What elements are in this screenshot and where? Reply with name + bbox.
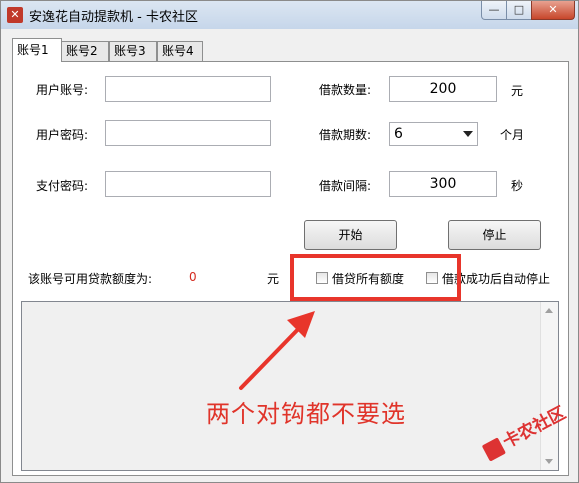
app-window: ✕ 安逸花自动提款机 - 卡农社区 — □ ✕ 账号1 账号2 账号3 账号4 … (0, 0, 579, 483)
loan-interval-label: 借款间隔: (319, 179, 372, 193)
credit-limit-value: 0 (189, 270, 197, 284)
annotation-highlight-box (290, 254, 461, 301)
window-title: 安逸花自动提款机 - 卡农社区 (29, 10, 198, 25)
user-password-input[interactable] (105, 120, 271, 146)
user-account-input[interactable] (105, 76, 271, 102)
loan-term-select[interactable]: 6 (389, 122, 478, 146)
user-password-label: 用户密码: (36, 128, 89, 142)
credit-limit-label: 该账号可用贷款额度为: (28, 272, 153, 286)
title-bar: ✕ 安逸花自动提款机 - 卡农社区 — □ ✕ (1, 1, 578, 29)
scroll-up-icon[interactable] (545, 308, 553, 313)
pay-password-label: 支付密码: (36, 179, 89, 193)
maximize-button[interactable]: □ (506, 1, 532, 20)
loan-term-selected: 6 (394, 126, 403, 142)
loan-interval-unit: 秒 (511, 179, 524, 193)
start-button[interactable]: 开始 (304, 220, 397, 250)
loan-term-label: 借款期数: (319, 128, 372, 142)
loan-amount-label: 借款数量: (319, 83, 372, 97)
tab-account-4[interactable]: 账号4 (157, 41, 203, 61)
annotation-arrow-icon (239, 311, 315, 390)
tab-account-1[interactable]: 账号1 (12, 38, 62, 62)
tab-account-3[interactable]: 账号3 (109, 41, 157, 61)
loan-amount-unit: 元 (511, 84, 524, 98)
user-account-label: 用户账号: (36, 83, 89, 97)
pay-password-input[interactable] (105, 171, 271, 197)
close-button[interactable]: ✕ (531, 1, 575, 20)
tab-account-2[interactable]: 账号2 (61, 41, 109, 61)
app-icon: ✕ (7, 7, 23, 23)
credit-limit-unit: 元 (267, 272, 280, 286)
loan-term-unit: 个月 (500, 128, 525, 142)
loan-amount-input[interactable]: 200 (389, 76, 497, 102)
chevron-down-icon[interactable] (463, 131, 473, 137)
minimize-button[interactable]: — (481, 1, 507, 20)
loan-interval-input[interactable]: 300 (389, 171, 497, 197)
stop-button[interactable]: 停止 (448, 220, 541, 250)
scroll-down-icon[interactable] (545, 459, 553, 464)
annotation-text: 两个对钩都不要选 (206, 400, 406, 428)
